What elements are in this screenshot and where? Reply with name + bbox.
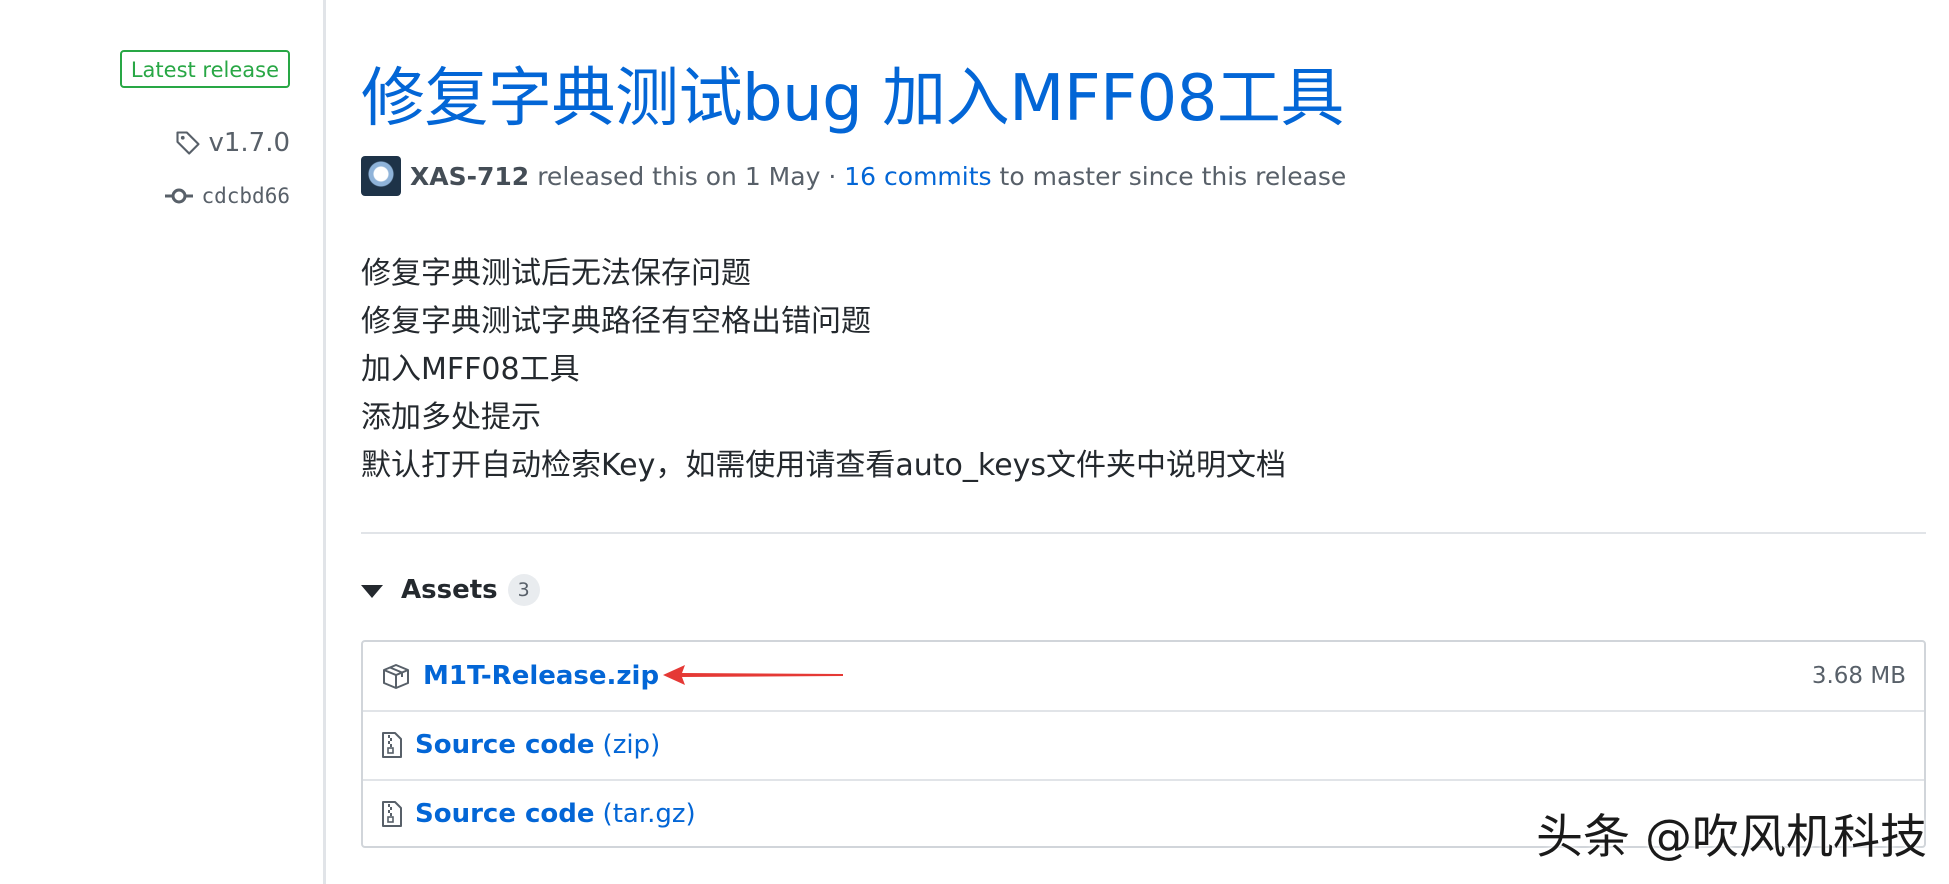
release-note-line: 修复字典测试后无法保存问题	[361, 256, 751, 291]
asset-ext: (zip)	[602, 730, 661, 760]
latest-release-badge: Latest release	[119, 50, 290, 88]
asset-download-link[interactable]: M1T-Release.zip	[423, 661, 659, 691]
asset-row[interactable]: Source code (zip)	[363, 710, 1924, 778]
assets-label: Assets	[401, 575, 498, 605]
tag-icon	[176, 131, 201, 155]
file-zip-icon	[381, 800, 403, 828]
release-meta-column: Latest release v1.7.0 cdcbd66	[0, 0, 326, 884]
assets-toggle[interactable]: Assets 3	[361, 570, 540, 610]
branch-text: to master since this release	[999, 161, 1347, 191]
source-code-zip-link[interactable]: Source code	[415, 730, 595, 760]
release-note-line: 修复字典测试字典路径有空格出错问题	[361, 304, 871, 339]
source-code-targz-link[interactable]: Source code	[415, 799, 595, 829]
package-icon	[381, 662, 411, 690]
asset-row[interactable]: M1T-Release.zip 3.68 MB	[363, 642, 1924, 710]
release-tag-label: v1.7.0	[208, 128, 290, 158]
release-main: 修复字典测试bug 加入MFF08工具 XAS-712 released thi…	[361, 0, 1926, 884]
commits-since-link[interactable]: 16 commits	[844, 162, 991, 191]
red-arrow-annotation	[663, 665, 843, 685]
release-note-line: 默认打开自动检索Key，如需使用请查看auto_keys文件夹中说明文档	[361, 448, 1287, 483]
section-divider	[361, 532, 1926, 534]
release-page: Latest release v1.7.0 cdcbd66 修复字典测试bug …	[0, 0, 1949, 884]
watermark: 头条 @吹风机科技	[1536, 810, 1927, 865]
release-commit-link[interactable]: cdcbd66	[165, 181, 290, 211]
released-text: released this on 1 May ·	[537, 161, 837, 191]
release-notes: 修复字典测试后无法保存问题 修复字典测试字典路径有空格出错问题 加入MFF08工…	[361, 250, 1286, 490]
release-note-line: 添加多处提示	[361, 400, 541, 435]
release-title[interactable]: 修复字典测试bug 加入MFF08工具	[361, 54, 1344, 144]
assets-count-badge: 3	[507, 574, 540, 606]
asset-size: 3.68 MB	[1811, 663, 1906, 689]
release-note-line: 加入MFF08工具	[361, 352, 580, 387]
release-commit-sha: cdcbd66	[201, 184, 290, 208]
release-tag-link[interactable]: v1.7.0	[174, 126, 290, 160]
release-byline: XAS-712 released this on 1 May · 16 comm…	[361, 155, 1346, 197]
asset-ext: (tar.gz)	[602, 799, 696, 829]
git-commit-icon	[165, 188, 194, 204]
caret-down-icon	[361, 584, 383, 598]
author-link[interactable]: XAS-712	[410, 162, 529, 191]
file-zip-icon	[381, 731, 403, 759]
author-avatar[interactable]	[361, 156, 401, 196]
